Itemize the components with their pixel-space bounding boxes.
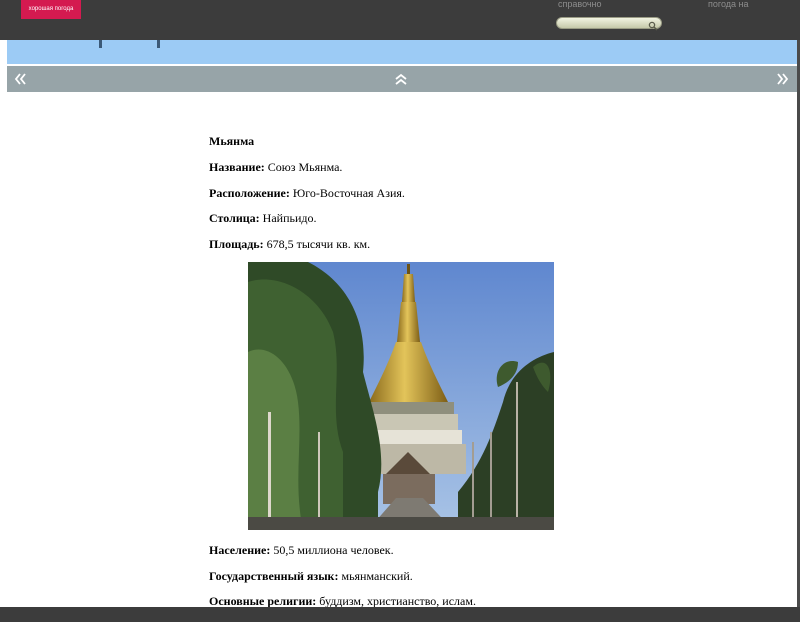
info-value: Юго-Восточная Азия. <box>289 186 405 200</box>
info-row-location: Расположение: Юго-Восточная Азия. <box>209 186 405 201</box>
magnifier-icon[interactable] <box>648 18 658 31</box>
info-label: Государственный язык: <box>209 569 339 583</box>
band-marker <box>157 40 160 48</box>
top-link-weather[interactable]: погода на <box>708 0 749 9</box>
info-row-language: Государственный язык: мьянманский. <box>209 569 413 584</box>
search-box <box>556 17 662 31</box>
info-label: Площадь: <box>209 237 264 251</box>
info-label: Население: <box>209 543 271 557</box>
double-chevron-left-icon[interactable] <box>13 72 27 86</box>
info-value: 678,5 тысячи кв. км. <box>263 237 371 251</box>
info-value: Найпьидо. <box>259 211 317 225</box>
country-title: Мьянма <box>209 134 255 148</box>
top-link-reference[interactable]: справочно <box>558 0 602 9</box>
search-input[interactable] <box>563 18 647 28</box>
info-row-population: Население: 50,5 миллиона человек. <box>209 543 394 558</box>
double-chevron-right-icon[interactable] <box>776 72 790 86</box>
info-label: Столица: <box>209 211 260 225</box>
info-row-name: Название: Союз Мьянма. <box>209 160 342 175</box>
info-value: 50,5 миллиона человек. <box>270 543 394 557</box>
left-margin <box>0 40 7 607</box>
band-marker <box>99 40 102 48</box>
info-label: Основные религии: <box>209 594 317 608</box>
double-chevron-up-icon[interactable] <box>394 72 408 86</box>
info-value: буддизм, христианство, ислам. <box>316 594 476 608</box>
bottom-bar <box>0 607 800 622</box>
info-value: Союз Мьянма. <box>264 160 343 174</box>
header-band <box>7 40 797 64</box>
site-logo[interactable]: хорошая погода <box>21 0 81 19</box>
info-row-area: Площадь: 678,5 тысячи кв. км. <box>209 237 370 252</box>
pagoda-photo <box>248 262 554 530</box>
top-bar: хорошая погода справочно погода на <box>0 0 800 40</box>
info-label: Расположение: <box>209 186 290 200</box>
info-value: мьянманский. <box>338 569 413 583</box>
navigation-bar <box>7 66 797 92</box>
info-row-capital: Столица: Найпьидо. <box>209 211 317 226</box>
info-label: Название: <box>209 160 265 174</box>
